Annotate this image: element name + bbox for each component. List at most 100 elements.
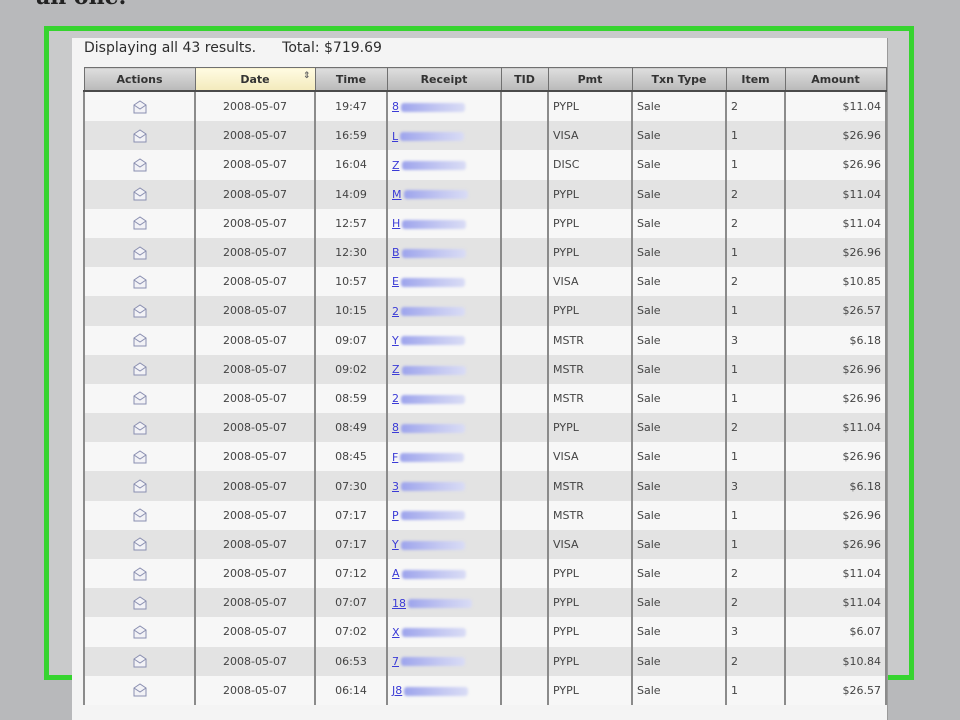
receipt-link[interactable]: 3 bbox=[392, 480, 465, 493]
mail-icon[interactable] bbox=[132, 449, 148, 465]
column-header-tid[interactable]: TID bbox=[500, 67, 549, 92]
receipt-link[interactable]: J8 bbox=[392, 684, 469, 697]
row-txn-type: Sale bbox=[631, 237, 727, 268]
row-txn-type: Sale bbox=[631, 208, 727, 238]
mail-icon[interactable] bbox=[132, 303, 148, 319]
row-actions-cell bbox=[83, 208, 196, 238]
receipt-link[interactable]: Y bbox=[392, 334, 465, 347]
mail-icon[interactable] bbox=[132, 361, 148, 377]
row-amount: $11.04 bbox=[784, 179, 887, 209]
row-txn-type: Sale bbox=[631, 500, 727, 530]
row-item: 1 bbox=[725, 529, 786, 559]
receipt-link[interactable]: L bbox=[392, 130, 465, 143]
row-tid bbox=[500, 91, 549, 122]
receipt-link[interactable]: Z bbox=[392, 363, 466, 376]
column-header-date[interactable]: Date ⇕ bbox=[194, 67, 316, 92]
column-header-item[interactable]: Item bbox=[725, 67, 786, 92]
mail-icon[interactable] bbox=[132, 624, 148, 640]
mail-icon[interactable] bbox=[132, 390, 148, 406]
receipt-link[interactable]: P bbox=[392, 509, 465, 522]
row-item: 1 bbox=[725, 237, 786, 268]
row-actions-cell bbox=[83, 121, 196, 151]
mail-icon[interactable] bbox=[132, 186, 148, 202]
row-time: 08:59 bbox=[314, 383, 388, 414]
receipt-link[interactable]: Y bbox=[392, 538, 465, 551]
receipt-link[interactable]: B bbox=[392, 246, 466, 259]
receipt-link[interactable]: 2 bbox=[392, 392, 465, 405]
receipt-link[interactable]: 2 bbox=[392, 305, 465, 318]
results-summary: Displaying all 43 results. Total: $719.69 bbox=[84, 40, 382, 56]
mail-icon[interactable] bbox=[132, 653, 148, 669]
row-time: 07:02 bbox=[314, 617, 388, 647]
row-date: 2008-05-07 bbox=[194, 675, 316, 705]
row-txn-type: Sale bbox=[631, 325, 727, 355]
row-date: 2008-05-07 bbox=[194, 208, 316, 238]
column-header-txn-type[interactable]: Txn Type bbox=[631, 67, 727, 92]
row-date: 2008-05-07 bbox=[194, 471, 316, 501]
row-txn-type: Sale bbox=[631, 267, 727, 297]
row-actions-cell bbox=[83, 237, 196, 268]
row-pmt: MSTR bbox=[547, 354, 633, 384]
receipt-link[interactable]: F bbox=[392, 451, 465, 464]
row-actions-cell bbox=[83, 296, 196, 326]
mail-icon[interactable] bbox=[132, 332, 148, 348]
row-time: 07:12 bbox=[314, 559, 388, 589]
results-count: Displaying all 43 results. bbox=[84, 40, 257, 56]
row-amount: $26.57 bbox=[784, 675, 887, 705]
row-actions-cell bbox=[83, 675, 196, 705]
mail-icon[interactable] bbox=[132, 595, 148, 611]
table-row: 2008-05-07 08:59 2 MSTR Sale 1 $26.96 bbox=[83, 383, 887, 414]
column-header-pmt[interactable]: Pmt bbox=[547, 67, 633, 92]
mail-icon[interactable] bbox=[132, 128, 148, 144]
receipt-link[interactable]: 7 bbox=[392, 655, 465, 668]
mail-icon[interactable] bbox=[132, 536, 148, 552]
receipt-link[interactable]: H bbox=[392, 217, 467, 230]
receipt-link[interactable]: E bbox=[392, 275, 465, 288]
receipt-redacted bbox=[403, 190, 468, 200]
row-txn-type: Sale bbox=[631, 354, 727, 384]
receipt-link[interactable]: A bbox=[392, 567, 466, 580]
column-header-receipt[interactable]: Receipt bbox=[386, 67, 502, 92]
row-txn-type: Sale bbox=[631, 617, 727, 647]
receipt-redacted bbox=[401, 248, 466, 258]
row-date: 2008-05-07 bbox=[194, 91, 316, 122]
receipt-link[interactable]: 18 bbox=[392, 597, 472, 610]
receipt-redacted bbox=[402, 219, 467, 229]
row-item: 3 bbox=[725, 325, 786, 355]
mail-icon[interactable] bbox=[132, 682, 148, 698]
receipt-link[interactable]: Z bbox=[392, 159, 466, 172]
table-row: 2008-05-07 10:15 2 PYPL Sale 1 $26.57 bbox=[83, 296, 887, 326]
column-header-amount[interactable]: Amount bbox=[784, 67, 887, 92]
mail-icon[interactable] bbox=[132, 245, 148, 261]
row-pmt: VISA bbox=[547, 529, 633, 559]
row-txn-type: Sale bbox=[631, 442, 727, 472]
row-date: 2008-05-07 bbox=[194, 325, 316, 355]
column-header-actions[interactable]: Actions bbox=[83, 67, 196, 92]
row-txn-type: Sale bbox=[631, 150, 727, 180]
receipt-link[interactable]: M bbox=[392, 188, 468, 201]
mail-icon[interactable] bbox=[132, 420, 148, 436]
row-tid bbox=[500, 529, 549, 559]
mail-icon[interactable] bbox=[132, 157, 148, 173]
row-amount: $26.96 bbox=[784, 237, 887, 268]
mail-icon[interactable] bbox=[132, 99, 148, 115]
table-row: 2008-05-07 07:12 A PYPL Sale 2 $11.04 bbox=[83, 559, 887, 589]
column-header-time[interactable]: Time bbox=[314, 67, 388, 92]
mail-icon[interactable] bbox=[132, 274, 148, 290]
receipt-link[interactable]: 8 bbox=[392, 100, 465, 113]
row-txn-type: Sale bbox=[631, 413, 727, 443]
row-date: 2008-05-07 bbox=[194, 121, 316, 151]
row-amount: $10.84 bbox=[784, 646, 887, 676]
row-item: 2 bbox=[725, 588, 786, 618]
receipt-redacted bbox=[401, 365, 466, 375]
mail-icon[interactable] bbox=[132, 215, 148, 231]
mail-icon[interactable] bbox=[132, 478, 148, 494]
mail-icon[interactable] bbox=[132, 566, 148, 582]
receipt-redacted bbox=[404, 686, 469, 696]
receipt-link[interactable]: X bbox=[392, 626, 466, 639]
mail-icon[interactable] bbox=[132, 507, 148, 523]
receipt-link-text: Y bbox=[392, 333, 399, 347]
table-row: 2008-05-07 07:17 P MSTR Sale 1 $26.96 bbox=[83, 500, 887, 530]
receipt-link[interactable]: 8 bbox=[392, 421, 465, 434]
table-row: 2008-05-07 07:07 18 PYPL Sale 2 $11.04 bbox=[83, 588, 887, 618]
